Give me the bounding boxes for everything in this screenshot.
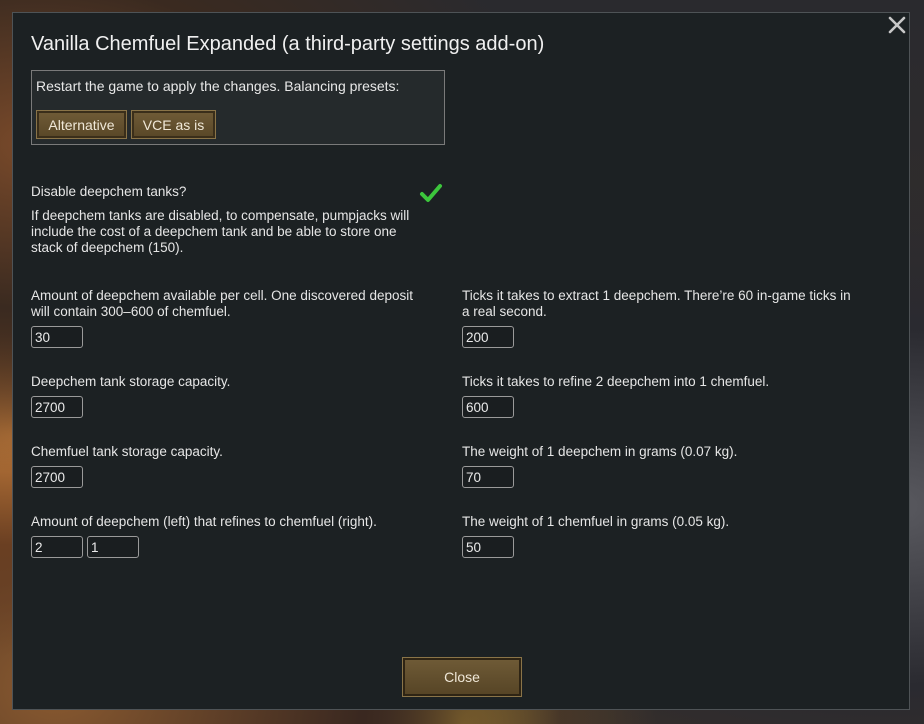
refine-ticks-input[interactable] (462, 396, 514, 418)
extract-ticks-label: Ticks it takes to extract 1 deepchem. Th… (462, 288, 851, 319)
close-button[interactable]: Close (402, 657, 522, 697)
chemfuel-weight-input[interactable] (462, 536, 514, 558)
refine-ratio-label: Amount of deepchem (left) that refines t… (31, 514, 377, 529)
checkmark-icon (420, 184, 442, 202)
extract-ticks-input[interactable] (462, 326, 514, 348)
deepchem-per-cell-input[interactable] (31, 326, 83, 348)
deepchem-tank-capacity-input[interactable] (31, 396, 83, 418)
deepchem-weight-input[interactable] (462, 466, 514, 488)
settings-dialog: Vanilla Chemfuel Expanded (a third-party… (12, 12, 910, 710)
presets-panel: Restart the game to apply the changes. B… (31, 70, 445, 145)
refine-ratio-deepchem-input[interactable] (31, 536, 83, 558)
preset-vce-as-is-button[interactable]: VCE as is (131, 110, 216, 139)
deepchem-weight-label: The weight of 1 deepchem in grams (0.07 … (462, 444, 738, 459)
dialog-title: Vanilla Chemfuel Expanded (a third-party… (31, 33, 545, 55)
chemfuel-weight-label: The weight of 1 chemfuel in grams (0.05 … (462, 514, 730, 529)
disable-tanks-label: Disable deepchem tanks? (31, 184, 187, 199)
deepchem-per-cell-label: Amount of deepchem available per cell. O… (31, 288, 413, 319)
refine-ratio-chemfuel-input[interactable] (87, 536, 139, 558)
close-icon[interactable] (885, 13, 909, 37)
deepchem-tank-capacity-label: Deepchem tank storage capacity. (31, 374, 231, 389)
preset-alternative-button[interactable]: Alternative (36, 110, 127, 139)
disable-tanks-checkbox[interactable] (419, 181, 443, 205)
chemfuel-tank-capacity-label: Chemfuel tank storage capacity. (31, 444, 223, 459)
refine-ticks-label: Ticks it takes to refine 2 deepchem into… (462, 374, 770, 389)
presets-text: Restart the game to apply the changes. B… (36, 78, 400, 94)
chemfuel-tank-capacity-input[interactable] (31, 466, 83, 488)
disable-tanks-description: If deepchem tanks are disabled, to compe… (31, 208, 410, 255)
